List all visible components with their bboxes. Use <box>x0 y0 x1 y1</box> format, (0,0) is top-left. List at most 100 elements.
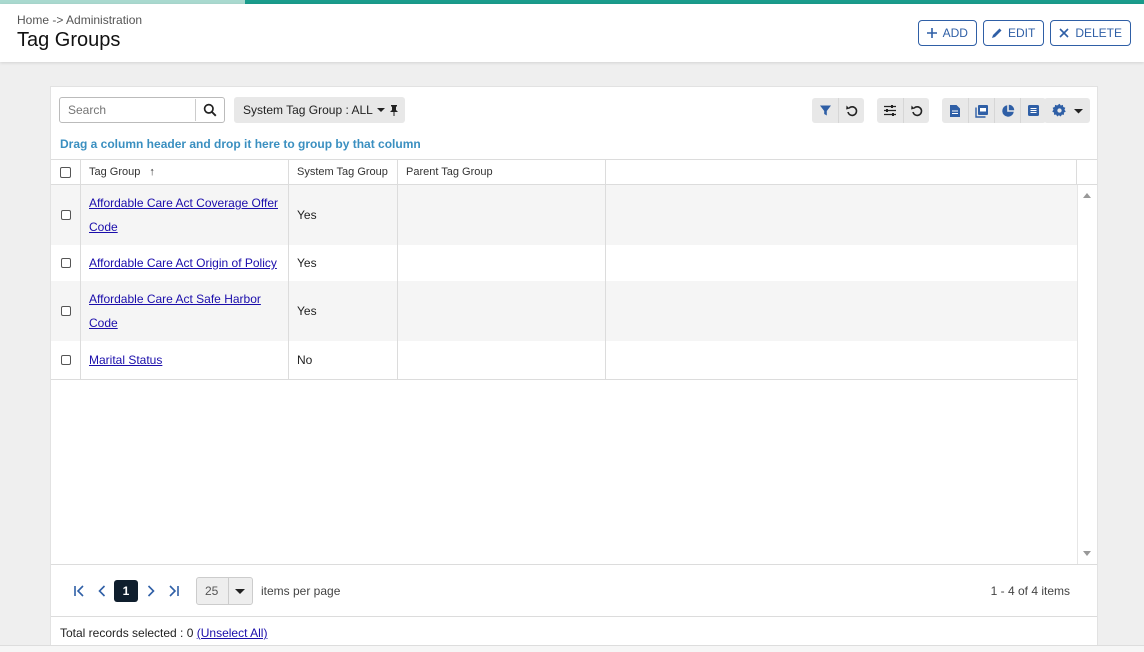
row-select-cell <box>51 245 81 281</box>
settings-tools <box>1044 98 1090 123</box>
page-size-arrow[interactable] <box>229 587 252 595</box>
page-footer <box>0 645 1144 652</box>
scroll-up-arrow-icon[interactable] <box>1083 193 1091 198</box>
last-page-icon <box>169 585 179 597</box>
grid-panel: System Tag Group : ALL <box>50 86 1098 646</box>
row-select-cell <box>51 341 81 379</box>
system-tag-group-cell: Yes <box>289 185 398 245</box>
filter-button[interactable] <box>812 98 838 123</box>
system-tag-group-filter[interactable]: System Tag Group : ALL <box>234 97 405 123</box>
unselect-all-link[interactable]: (Unselect All) <box>197 626 268 640</box>
table-row[interactable]: Affordable Care Act Safe Harbor Code Yes <box>51 281 1077 341</box>
column-header-label: System Tag Group <box>297 166 388 178</box>
filter-icon <box>819 105 831 116</box>
filler-cell <box>606 185 1077 245</box>
row-checkbox[interactable] <box>60 258 71 268</box>
page-size-dropdown[interactable]: 25 <box>196 577 253 605</box>
close-icon <box>1059 28 1069 38</box>
export-tools <box>942 98 1046 123</box>
page-title: Tag Groups <box>17 29 121 51</box>
row-checkbox[interactable] <box>60 355 71 365</box>
group-by-drop-zone[interactable]: Drag a column header and drop it here to… <box>60 137 421 151</box>
tag-group-link[interactable]: Affordable Care Act Coverage Offer Code <box>89 191 278 239</box>
tag-group-cell: Marital Status <box>81 341 289 379</box>
next-page-button[interactable] <box>140 580 162 602</box>
export-list-button[interactable] <box>1020 98 1046 123</box>
items-per-page-label: items per page <box>261 584 341 598</box>
edit-button[interactable]: EDIT <box>982 20 1045 46</box>
last-page-button[interactable] <box>163 580 185 602</box>
filter-tools <box>812 98 864 123</box>
tag-group-cell: Affordable Care Act Safe Harbor Code <box>81 281 289 341</box>
column-settings-button[interactable] <box>877 98 903 123</box>
page-size-value: 25 <box>197 578 229 604</box>
grid-settings-button[interactable] <box>1044 98 1090 123</box>
filter-chip-label: System Tag Group : ALL <box>243 103 373 117</box>
add-button[interactable]: ADD <box>917 20 977 46</box>
search-button[interactable] <box>196 98 224 122</box>
vertical-scrollbar[interactable] <box>1077 185 1097 564</box>
tag-group-link[interactable]: Affordable Care Act Safe Harbor Code <box>89 287 261 335</box>
column-header-label: Tag Group <box>89 166 141 178</box>
reset-icon <box>910 105 922 116</box>
scroll-down-arrow-icon[interactable] <box>1083 551 1091 556</box>
next-page-icon <box>147 585 155 597</box>
selection-summary: Total records selected : 0 (Unselect All… <box>60 626 267 640</box>
current-page[interactable]: 1 <box>114 580 138 602</box>
column-header-filler <box>606 160 1077 184</box>
column-header-tag-group[interactable]: Tag Group ↑ <box>81 160 289 184</box>
column-header-system-tag-group[interactable]: System Tag Group <box>289 160 398 184</box>
delete-button[interactable]: DELETE <box>1050 20 1131 46</box>
pdf-icon <box>974 104 988 118</box>
previous-page-button[interactable] <box>91 580 113 602</box>
caret-down-icon <box>235 589 246 594</box>
filler-cell <box>606 281 1077 341</box>
row-select-cell <box>51 281 81 341</box>
reset-filter-button[interactable] <box>838 98 864 123</box>
parent-tag-group-cell <box>398 185 606 245</box>
prev-page-icon <box>98 585 106 597</box>
pencil-icon <box>991 28 1002 38</box>
sort-ascending-icon: ↑ <box>149 166 155 178</box>
column-header-label: Parent Tag Group <box>406 166 493 178</box>
pie-chart-icon <box>1001 104 1014 117</box>
search-box <box>59 97 225 123</box>
search-input[interactable] <box>60 99 196 121</box>
pager: 1 25 items per page 1 - 4 of 4 items <box>51 564 1097 617</box>
export-chart-button[interactable] <box>994 98 1020 123</box>
column-tools <box>877 98 929 123</box>
edit-button-label: EDIT <box>1007 26 1036 40</box>
export-pdf-button[interactable] <box>968 98 994 123</box>
pager-summary: 1 - 4 of 4 items <box>990 584 1070 598</box>
caret-down-icon <box>1073 108 1083 113</box>
reset-icon <box>845 105 857 116</box>
column-header-parent-tag-group[interactable]: Parent Tag Group <box>398 160 606 184</box>
gear-icon <box>1051 103 1066 117</box>
row-select-cell <box>51 185 81 245</box>
document-icon <box>950 104 960 117</box>
row-checkbox[interactable] <box>60 210 71 220</box>
search-icon <box>203 103 217 117</box>
first-page-button[interactable] <box>68 580 90 602</box>
header-actions: ADD EDIT DELETE <box>917 20 1131 46</box>
tag-group-cell: Affordable Care Act Coverage Offer Code <box>81 185 289 245</box>
parent-tag-group-cell <box>398 281 606 341</box>
table-row[interactable]: Affordable Care Act Coverage Offer Code Y… <box>51 185 1077 245</box>
caret-down-icon <box>376 108 385 112</box>
breadcrumb[interactable]: Home -> Administration <box>17 13 142 27</box>
select-all-checkbox[interactable] <box>60 166 71 178</box>
tag-group-link[interactable]: Affordable Care Act Origin of Policy <box>89 251 277 275</box>
system-tag-group-cell: Yes <box>289 281 398 341</box>
pin-icon[interactable] <box>389 104 399 116</box>
export-document-button[interactable] <box>942 98 968 123</box>
delete-button-label: DELETE <box>1075 26 1122 40</box>
first-page-icon <box>74 585 84 597</box>
reset-columns-button[interactable] <box>903 98 929 123</box>
table-row[interactable]: Affordable Care Act Origin of Policy Yes <box>51 245 1077 281</box>
plus-icon <box>926 28 937 38</box>
select-all-cell <box>51 160 81 184</box>
table-row[interactable]: Marital Status No <box>51 341 1077 379</box>
rows-divider <box>51 379 1077 380</box>
tag-group-link[interactable]: Marital Status <box>89 348 162 372</box>
row-checkbox[interactable] <box>60 306 71 316</box>
